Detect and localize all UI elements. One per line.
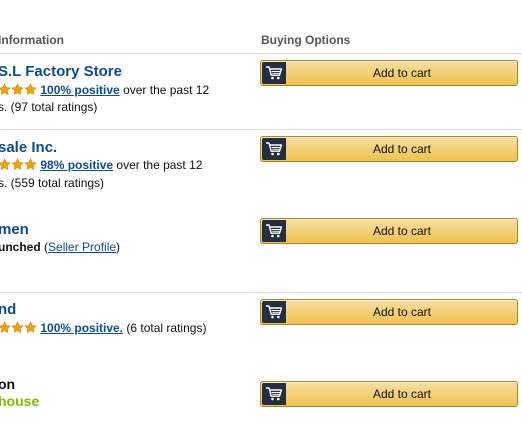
star-icon bbox=[11, 158, 24, 171]
add-to-cart-button[interactable]: Add to cart bbox=[260, 60, 518, 86]
add-to-cart-button[interactable]: Add to cart bbox=[260, 218, 518, 244]
warehouse-logo-line1: on bbox=[0, 376, 16, 392]
add-to-cart-label: Add to cart bbox=[372, 66, 432, 80]
add-to-cart-button[interactable]: Add to cart bbox=[260, 381, 518, 407]
star-icon bbox=[24, 83, 37, 96]
header-divider bbox=[0, 53, 522, 54]
star-icon bbox=[24, 321, 37, 334]
add-to-cart-label: Add to cart bbox=[372, 387, 432, 401]
star-icon bbox=[11, 321, 24, 334]
cart-icon bbox=[262, 301, 286, 323]
total-ratings-text: s. (97 total ratings) bbox=[0, 100, 98, 114]
star-icon bbox=[0, 158, 11, 171]
seller-rating-line: 100% positive over the past 12 bbox=[0, 83, 209, 99]
column-header-buying-options: Buying Options bbox=[261, 33, 351, 47]
add-to-cart-label: Add to cart bbox=[372, 305, 432, 319]
paren-close: ) bbox=[116, 240, 121, 254]
rating-stars bbox=[0, 158, 37, 174]
seller-name-link[interactable]: nd bbox=[0, 301, 16, 318]
seller-rating-line: 100% positive. (6 total ratings) bbox=[0, 321, 206, 337]
total-ratings-text: s. (559 total ratings) bbox=[0, 176, 105, 190]
seller-name-link[interactable]: sale Inc. bbox=[0, 139, 57, 156]
cart-icon bbox=[262, 220, 286, 242]
rating-stars bbox=[0, 321, 37, 337]
row-divider bbox=[0, 292, 522, 293]
star-icon bbox=[0, 83, 11, 96]
warehouse-logo-line2: house bbox=[0, 393, 40, 409]
row-divider bbox=[0, 129, 522, 130]
add-to-cart-label: Add to cart bbox=[372, 142, 432, 156]
seller-name-link[interactable]: men bbox=[0, 221, 29, 238]
star-icon bbox=[0, 321, 11, 334]
add-to-cart-button[interactable]: Add to cart bbox=[260, 136, 518, 162]
positive-rating-link[interactable]: 100% positive bbox=[40, 83, 119, 97]
just-launched-text: unched bbox=[0, 240, 41, 254]
star-icon bbox=[24, 158, 37, 171]
rating-period-text: over the past 12 bbox=[116, 158, 203, 172]
cart-icon bbox=[262, 62, 286, 84]
cart-icon bbox=[262, 138, 286, 160]
cart-icon bbox=[262, 383, 286, 405]
seller-rating-line: 98% positive over the past 12 bbox=[0, 158, 202, 174]
rating-stars bbox=[0, 83, 37, 99]
column-header-seller-information: Information bbox=[0, 33, 64, 47]
add-to-cart-label: Add to cart bbox=[372, 224, 432, 238]
seller-profile-link[interactable]: Seller Profile bbox=[48, 240, 116, 254]
positive-rating-link[interactable]: 98% positive bbox=[40, 158, 113, 172]
positive-rating-link[interactable]: 100% positive. bbox=[40, 321, 123, 335]
total-ratings-text: (6 total ratings) bbox=[126, 321, 207, 335]
add-to-cart-button[interactable]: Add to cart bbox=[260, 299, 518, 325]
seller-name-link[interactable]: S.L Factory Store bbox=[0, 63, 122, 80]
seller-launched-line: unched (Seller Profile) bbox=[0, 240, 120, 254]
rating-period-text: over the past 12 bbox=[123, 83, 210, 97]
star-icon bbox=[11, 83, 24, 96]
